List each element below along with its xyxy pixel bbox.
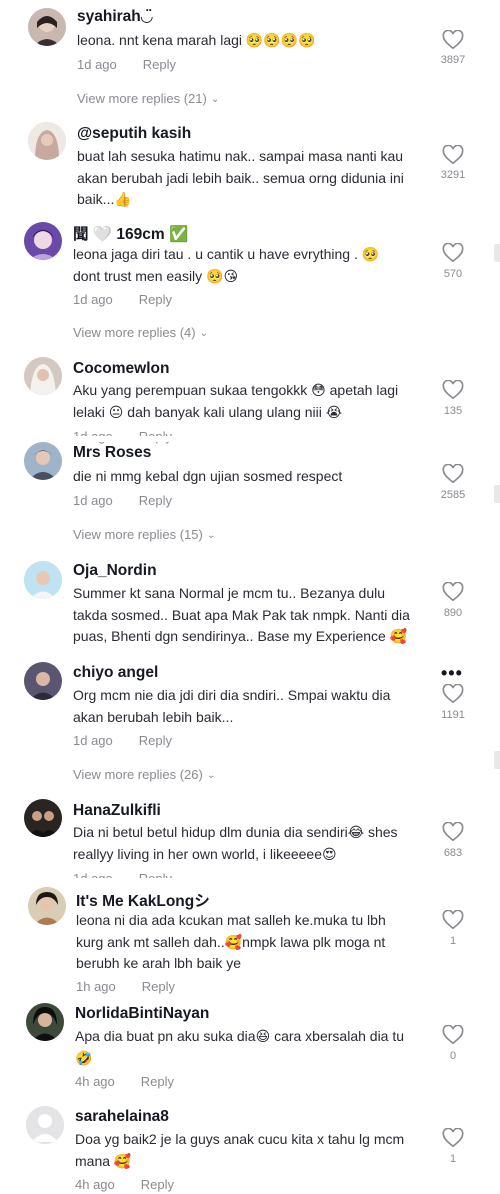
avatar[interactable] [24, 222, 62, 260]
avatar[interactable] [26, 1106, 64, 1144]
like-count: 0 [449, 1050, 457, 1062]
comment-text: die ni mmg kebal dgn ujian sosmed respec… [73, 468, 343, 484]
comment-time: 1d ago [73, 733, 113, 748]
avatar[interactable] [24, 357, 62, 395]
avatar[interactable] [28, 887, 66, 925]
like-count: 890 [443, 607, 463, 619]
heart-outline-icon[interactable] [442, 1025, 464, 1045]
comment-time: 4h ago [75, 1177, 115, 1192]
heart-outline-icon[interactable] [442, 243, 464, 263]
heart-outline-icon[interactable] [442, 145, 464, 165]
view-more-label: View more replies (4) [73, 325, 196, 340]
comment-time: 1h ago [76, 979, 116, 994]
comment-meta: 4h ago Reply [75, 1074, 174, 1089]
comment-text: Org mcm nie dia jdi diri dia sndiri.. Sm… [73, 687, 391, 725]
username[interactable]: syahirah◡̈ [77, 7, 153, 26]
username[interactable]: HanaZulkifli [73, 802, 161, 820]
avatar[interactable] [26, 1003, 64, 1041]
comment-meta: 1d ago Reply [77, 57, 176, 72]
comment-meta: 1d ago Reply [73, 733, 172, 748]
comment-text: Doa yg baik2 je la guys anak cucu kita x… [75, 1131, 405, 1169]
view-more-label: View more replies (15) [73, 527, 203, 542]
comment-meta: 4h ago Reply [75, 1177, 174, 1192]
username[interactable]: Cocomewlon [73, 360, 169, 378]
view-more-label: View more replies (21) [77, 91, 207, 106]
chevron-down-icon: ⌄ [206, 770, 216, 781]
reply-button[interactable]: Reply [141, 1177, 174, 1192]
scrollbar-tick [494, 485, 500, 503]
view-more-label: View more replies (26) [73, 767, 203, 782]
chevron-down-icon: ⌄ [199, 328, 208, 339]
heart-outline-icon[interactable] [442, 684, 464, 704]
like-count: 2585 [440, 489, 466, 501]
comment-text: Summer kt sana Normal je mcm tu.. Bezany… [73, 585, 410, 644]
heart-outline-icon[interactable] [442, 464, 464, 484]
comment-time: 1d ago [73, 493, 113, 508]
view-more-replies[interactable]: View more replies (21) ⌄ [77, 91, 219, 106]
avatar[interactable] [24, 561, 62, 599]
view-more-replies[interactable]: View more replies (15) ⌄ [73, 527, 215, 542]
comment-text: leona ni dia ada kcukan mat salleh ke.mu… [76, 912, 386, 971]
avatar[interactable] [24, 442, 62, 480]
comment-text: Dia ni betul betul hidup dlm dunia dia s… [73, 824, 398, 862]
avatar[interactable] [28, 8, 66, 46]
username[interactable]: NorlidaBintiNayan [75, 1005, 209, 1023]
comment-text: leona. nnt kena marah lagi 🥺🥺🥺🥺 [77, 32, 316, 48]
like-count: 3291 [440, 169, 466, 181]
list-clip [0, 878, 500, 886]
comment-text: Aku yang perempuan sukaa tengokkk 😳 apet… [73, 382, 399, 420]
username[interactable]: sarahelaina8 [75, 1108, 169, 1126]
scrollbar-tick [494, 751, 500, 769]
comment-time: 1d ago [73, 292, 113, 307]
heart-outline-icon[interactable] [442, 582, 464, 602]
reply-button[interactable]: Reply [139, 292, 172, 307]
comment-meta: 1d ago Reply [73, 493, 172, 508]
like-count: 3897 [440, 54, 466, 66]
like-count: 1 [449, 1153, 457, 1165]
view-more-replies[interactable]: View more replies (26) ⌄ [73, 767, 215, 782]
comment-text: buat lah sesuka hatimu nak.. sampai masa… [77, 148, 404, 207]
username[interactable]: @seputih kasih [77, 125, 191, 143]
scrollbar-tick [494, 244, 500, 262]
username[interactable]: 聞 🤍 169cm ✅ [73, 222, 188, 244]
username[interactable]: chiyo angel [73, 664, 158, 682]
chevron-down-icon: ⌄ [206, 530, 216, 541]
chevron-down-icon: ⌄ [210, 94, 220, 105]
username[interactable]: It's Me KakLongシ [76, 889, 210, 911]
reply-button[interactable]: Reply [141, 1074, 174, 1089]
like-count: 570 [443, 268, 463, 280]
like-count: 1 [449, 935, 457, 947]
heart-outline-icon[interactable] [442, 380, 464, 400]
like-count: 683 [443, 847, 463, 859]
comment-text: leona jaga diri tau . u cantik u have ev… [73, 246, 380, 284]
reply-button[interactable]: Reply [143, 57, 176, 72]
like-count: 1191 [441, 709, 465, 721]
heart-outline-icon[interactable] [442, 910, 464, 930]
comment-meta: 1d ago Reply [73, 292, 172, 307]
comment-time: 4h ago [75, 1074, 115, 1089]
like-count: 135 [443, 405, 463, 417]
heart-outline-icon[interactable] [442, 30, 464, 50]
heart-outline-icon[interactable] [442, 822, 464, 842]
comment-text: Apa dia buat pn aku suka dia😆 cara xbers… [75, 1028, 405, 1066]
reply-button[interactable]: Reply [139, 733, 172, 748]
username[interactable]: Oja_Nordin [73, 562, 157, 580]
list-clip [0, 436, 500, 442]
reply-button[interactable]: Reply [139, 493, 172, 508]
reply-button[interactable]: Reply [142, 979, 175, 994]
heart-outline-icon[interactable] [442, 1128, 464, 1148]
comment-time: 1d ago [77, 57, 117, 72]
username[interactable]: Mrs Roses [73, 444, 151, 462]
view-more-replies[interactable]: View more replies (4) ⌄ [73, 325, 208, 340]
more-dots-icon[interactable]: ••• [441, 663, 463, 684]
avatar[interactable] [28, 122, 66, 160]
avatar[interactable] [24, 662, 62, 700]
avatar[interactable] [24, 799, 62, 837]
comment-meta: 1h ago Reply [76, 979, 175, 994]
